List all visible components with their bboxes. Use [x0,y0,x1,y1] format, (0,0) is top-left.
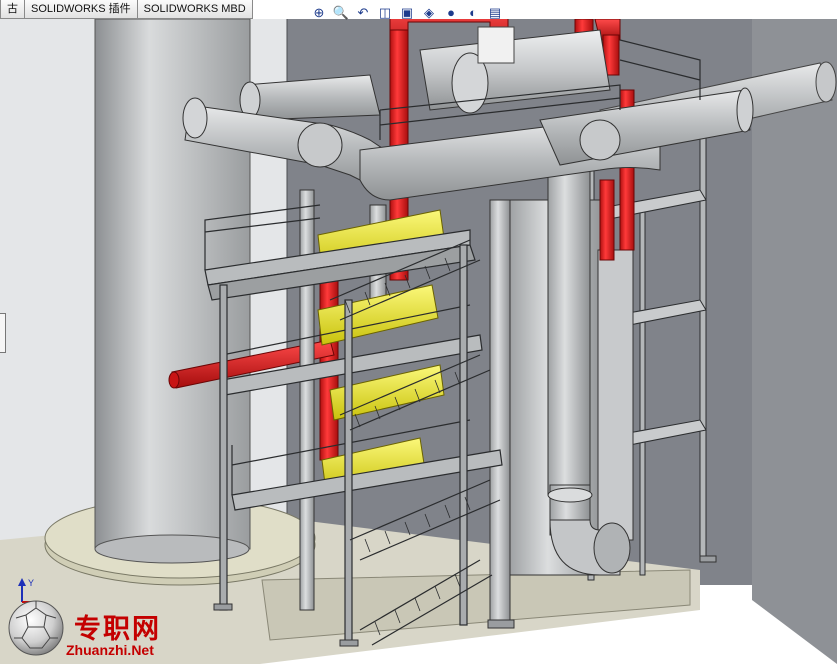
tab-solidworks-addins[interactable]: SOLIDWORKS 插件 [24,0,138,19]
previous-view-icon[interactable]: ↶ [354,4,372,22]
view-settings-icon[interactable]: ▤ [486,4,504,22]
tab-partial[interactable]: 古 [0,0,25,19]
scene-icon[interactable]: ◐ [464,4,482,22]
heads-up-view-toolbar: ⊕ 🔍 ↶ ◫ ▣ ◈ ● ◐ ▤ [310,4,504,22]
watermark-logo [8,600,64,656]
triad-y-label: Y [28,578,34,588]
graphics-viewport[interactable] [0,19,837,664]
command-manager-tabs: 古 SOLIDWORKS 插件 SOLIDWORKS MBD [0,0,253,19]
view-orientation-icon[interactable]: ▣ [398,4,416,22]
section-view-icon[interactable]: ◫ [376,4,394,22]
collapsed-side-panel-handle[interactable] [0,313,6,353]
tab-solidworks-mbd[interactable]: SOLIDWORKS MBD [136,0,253,19]
display-style-icon[interactable]: ◈ [420,4,438,22]
zoom-to-area-icon[interactable]: 🔍 [332,4,350,22]
zoom-to-fit-icon[interactable]: ⊕ [310,4,328,22]
watermark-chinese-text: 专职网 [74,614,161,645]
appearance-icon[interactable]: ● [442,4,460,22]
watermark-english-text: Zhuanzhi.Net [66,642,154,658]
